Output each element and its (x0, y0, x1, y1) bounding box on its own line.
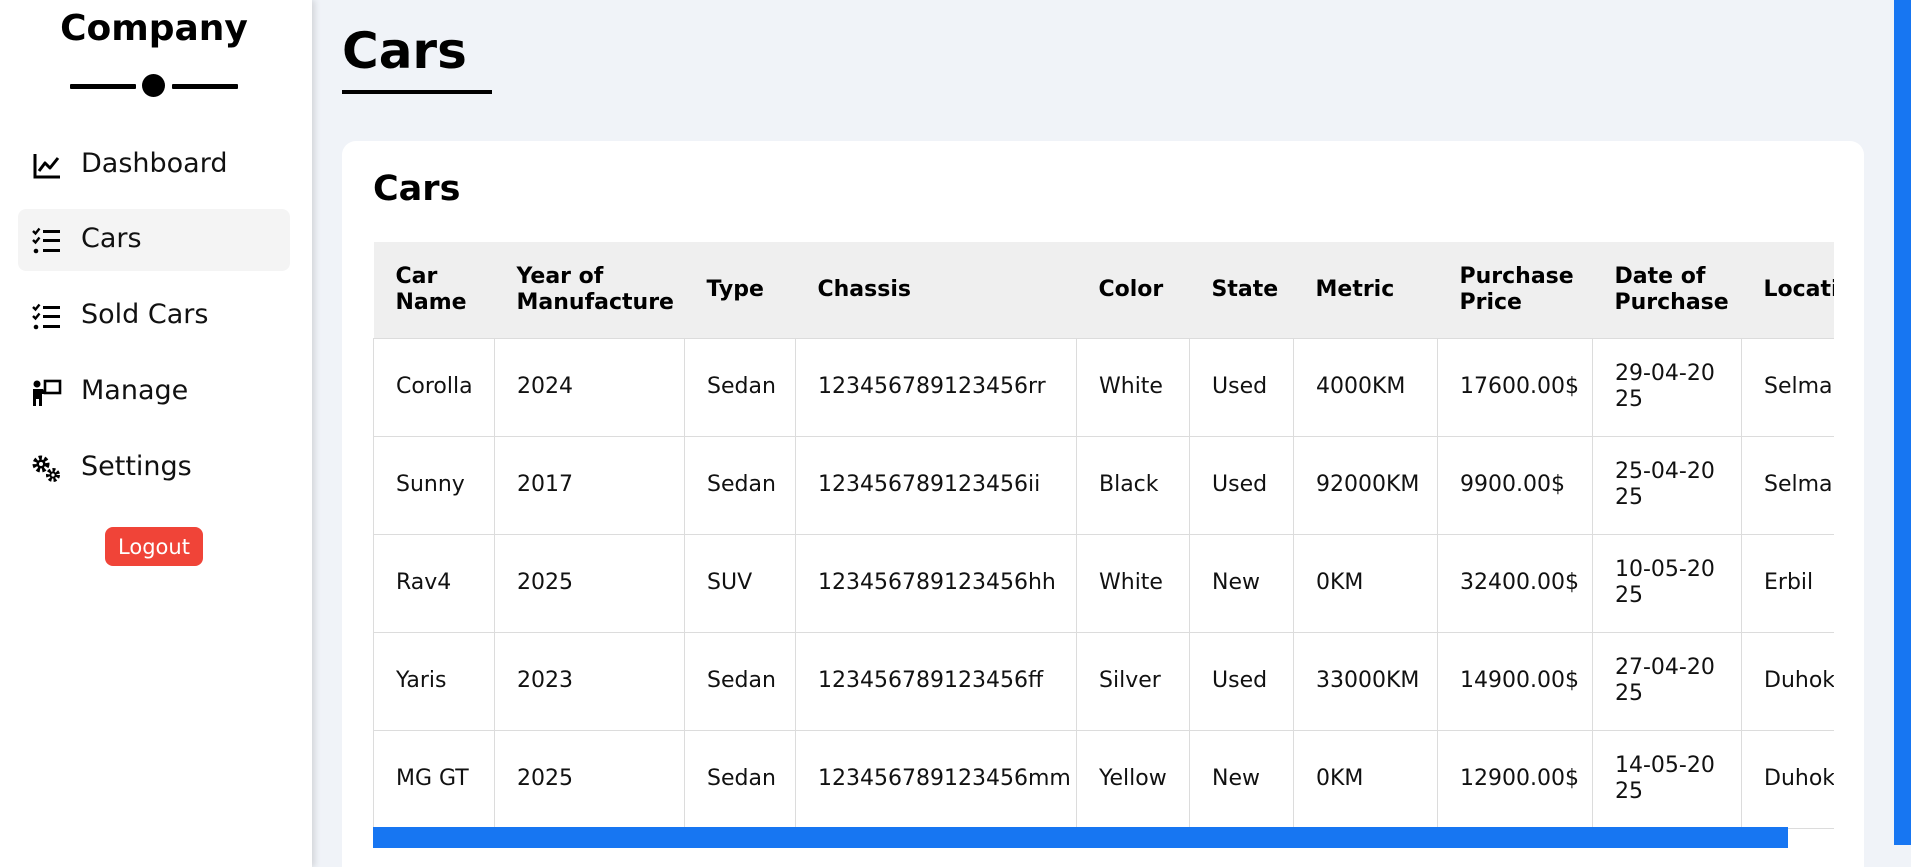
cell-chassis: 123456789123456rr (795, 337, 1077, 437)
cell-car-name: Sunny (373, 435, 495, 535)
vertical-scrollbar[interactable] (1894, 0, 1911, 845)
cell-color: Yellow (1076, 729, 1190, 829)
cell-chassis: 123456789123456ii (795, 435, 1077, 535)
cell-metric: 33000KM (1293, 631, 1438, 731)
cell-location: Selmani (1741, 435, 1834, 535)
table-row[interactable]: Corolla 2024 Sedan 123456789123456rr Whi… (373, 337, 1834, 437)
cell-purchase-price: 9900.00$ (1437, 435, 1593, 535)
cell-car-name: MG GT (373, 729, 495, 829)
cell-state: New (1189, 729, 1294, 829)
cell-state: Used (1189, 337, 1294, 437)
cell-state: New (1189, 533, 1294, 633)
cell-metric: 4000KM (1293, 337, 1438, 437)
cell-car-name: Corolla (373, 337, 495, 437)
cell-car-name: Rav4 (373, 533, 495, 633)
sidebar-item-label: Dashboard (81, 148, 228, 179)
cell-year: 2025 (494, 729, 685, 829)
cell-location: Erbil (1741, 533, 1834, 633)
card-title: Cars (373, 169, 461, 209)
cell-color: Black (1076, 435, 1190, 535)
column-header-chassis[interactable]: Chassis (795, 242, 1077, 338)
column-header-state[interactable]: State (1189, 242, 1294, 338)
cars-table-container[interactable]: Car Name Year of Manufacture Type Chassi… (373, 242, 1834, 847)
cell-state: Used (1189, 631, 1294, 731)
column-header-purchase-price[interactable]: Purchase Price (1437, 242, 1593, 338)
person-board-icon (33, 379, 62, 406)
sidebar: Company Dashboard Cars Sold Cars Manage … (0, 0, 312, 867)
cell-chassis: 123456789123456ff (795, 631, 1077, 731)
sidebar-item-settings[interactable]: Settings (18, 437, 290, 499)
title-underline (342, 90, 492, 94)
column-header-car-name[interactable]: Car Name (373, 242, 495, 338)
cell-purchase-price: 14900.00$ (1437, 631, 1593, 731)
brand-divider (70, 74, 238, 98)
cell-year: 2025 (494, 533, 685, 633)
cell-type: Sedan (684, 435, 796, 535)
sidebar-item-dashboard[interactable]: Dashboard (18, 134, 290, 196)
table-row[interactable]: Yaris 2023 Sedan 123456789123456ff Silve… (373, 631, 1834, 731)
column-header-color[interactable]: Color (1076, 242, 1190, 338)
logout-button[interactable]: Logout (105, 527, 203, 566)
cell-date-of-purchase: 10-05-2025 (1592, 533, 1742, 633)
list-check-icon (32, 227, 60, 254)
list-check-icon (32, 303, 60, 330)
sidebar-item-label: Sold Cars (81, 299, 209, 330)
sidebar-item-cars[interactable]: Cars (18, 209, 290, 271)
cell-year: 2024 (494, 337, 685, 437)
cell-type: Sedan (684, 337, 796, 437)
table-row[interactable]: Rav4 2025 SUV 123456789123456hh White Ne… (373, 533, 1834, 633)
divider-line-left (70, 84, 136, 89)
cell-year: 2017 (494, 435, 685, 535)
sidebar-item-label: Manage (81, 375, 189, 406)
column-header-date-of-purchase[interactable]: Date of Purchase (1592, 242, 1742, 338)
cell-purchase-price: 17600.00$ (1437, 337, 1593, 437)
cell-chassis: 123456789123456mm (795, 729, 1077, 829)
brand-name: Company (60, 8, 248, 49)
chart-line-icon (33, 154, 60, 179)
cell-date-of-purchase: 14-05-2025 (1592, 729, 1742, 829)
page-title: Cars (342, 22, 467, 80)
cell-metric: 0KM (1293, 729, 1438, 829)
sidebar-item-label: Cars (81, 223, 142, 254)
cell-location: Duhok (1741, 729, 1834, 829)
cell-metric: 92000KM (1293, 435, 1438, 535)
column-header-type[interactable]: Type (684, 242, 796, 338)
table-header-row: Car Name Year of Manufacture Type Chassi… (373, 242, 1834, 338)
cell-location: Duhok (1741, 631, 1834, 731)
column-header-year[interactable]: Year of Manufacture (494, 242, 685, 338)
cars-table: Car Name Year of Manufacture Type Chassi… (373, 242, 1834, 829)
cell-type: Sedan (684, 729, 796, 829)
cell-metric: 0KM (1293, 533, 1438, 633)
cell-state: Used (1189, 435, 1294, 535)
cell-type: Sedan (684, 631, 796, 731)
sidebar-item-label: Settings (81, 451, 192, 482)
cell-location: Selmani (1741, 337, 1834, 437)
cars-card: Cars Car Name Year of Manufacture Type C… (342, 141, 1864, 867)
cell-chassis: 123456789123456hh (795, 533, 1077, 633)
table-row[interactable]: MG GT 2025 Sedan 123456789123456mm Yello… (373, 729, 1834, 829)
cell-year: 2023 (494, 631, 685, 731)
cell-purchase-price: 12900.00$ (1437, 729, 1593, 829)
divider-line-right (172, 84, 238, 89)
gears-icon (32, 455, 61, 483)
cell-car-name: Yaris (373, 631, 495, 731)
cell-color: White (1076, 533, 1190, 633)
cell-date-of-purchase: 27-04-2025 (1592, 631, 1742, 731)
sidebar-item-manage[interactable]: Manage (18, 361, 290, 423)
table-row[interactable]: Sunny 2017 Sedan 123456789123456ii Black… (373, 435, 1834, 535)
cell-color: Silver (1076, 631, 1190, 731)
cell-date-of-purchase: 25-04-2025 (1592, 435, 1742, 535)
cell-date-of-purchase: 29-04-2025 (1592, 337, 1742, 437)
horizontal-scrollbar[interactable] (373, 827, 1788, 848)
sidebar-item-sold-cars[interactable]: Sold Cars (18, 285, 290, 347)
cell-purchase-price: 32400.00$ (1437, 533, 1593, 633)
cell-color: White (1076, 337, 1190, 437)
divider-dot (142, 74, 165, 97)
cell-type: SUV (684, 533, 796, 633)
column-header-metric[interactable]: Metric (1293, 242, 1438, 338)
column-header-location[interactable]: Location (1741, 242, 1834, 338)
